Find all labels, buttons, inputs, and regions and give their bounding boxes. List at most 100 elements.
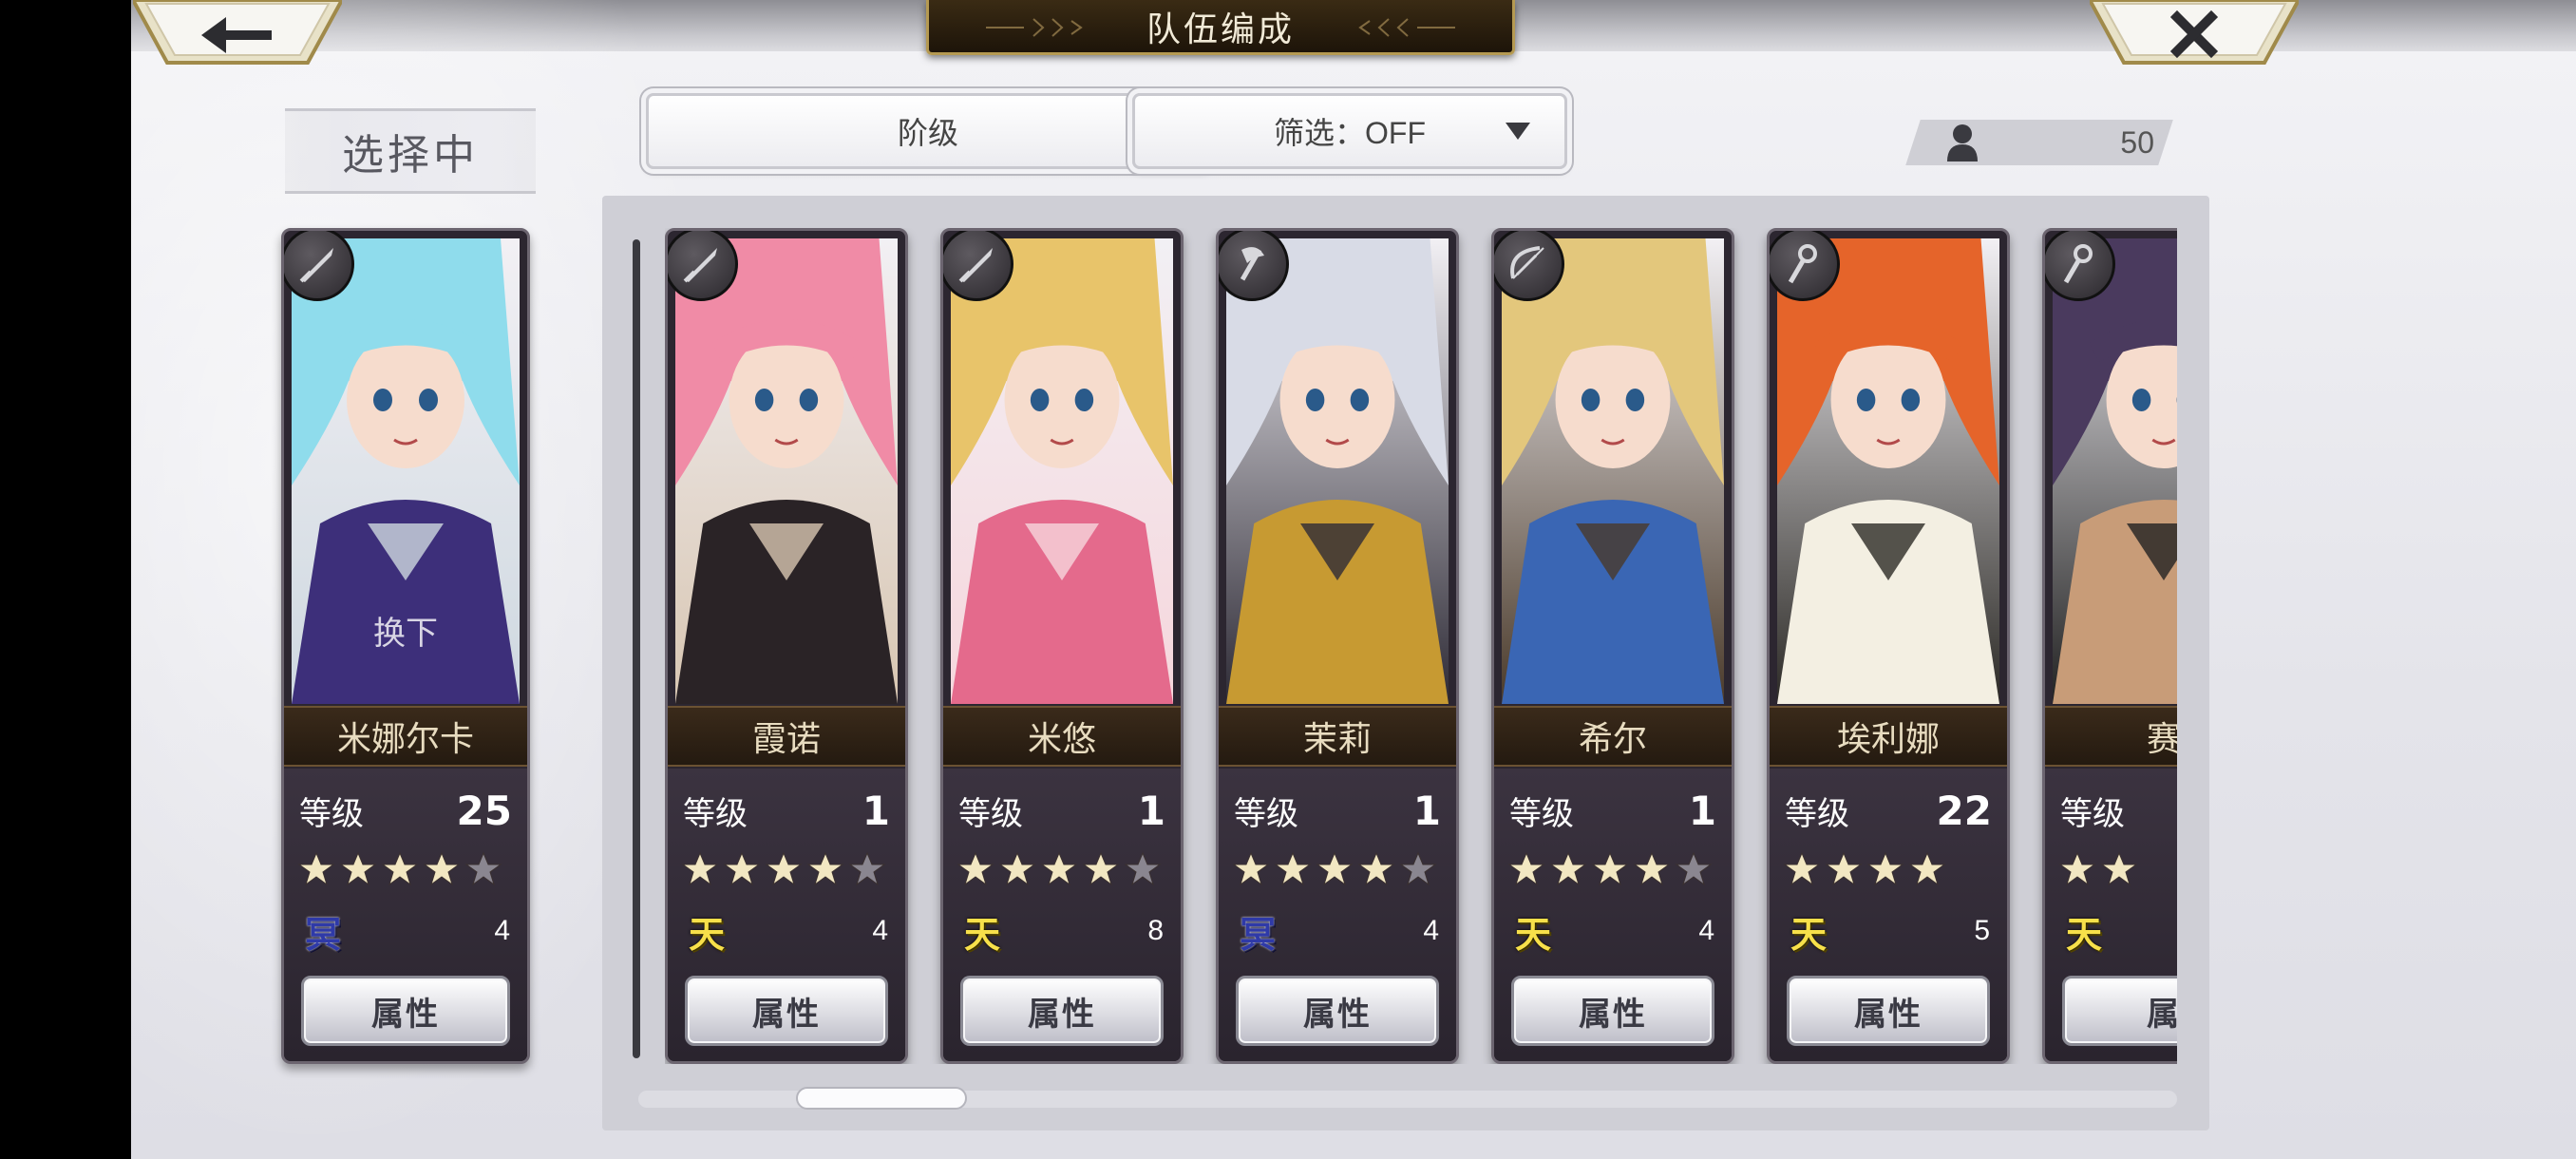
star-filled-icon: [1274, 851, 1312, 886]
element-count: 5: [1974, 915, 1990, 946]
attribute-button[interactable]: 属性: [685, 976, 888, 1046]
level-label: 等级: [2060, 796, 2125, 832]
selected-character-card[interactable]: 换下 米娜尔卡 等级 25 冥 4 属性: [281, 228, 530, 1064]
element-count: 4: [494, 915, 510, 946]
attribute-button[interactable]: 属性: [1236, 976, 1439, 1046]
attribute-button[interactable]: 属性: [1787, 976, 1990, 1046]
attribute-button[interactable]: 属性: [1511, 976, 1714, 1046]
star-filled-icon: [423, 851, 461, 886]
character-name: 霞诺: [668, 706, 905, 767]
star-filled-icon: [1549, 851, 1587, 886]
character-portrait: [675, 238, 898, 704]
character-name: 茉莉: [1219, 706, 1456, 767]
rarity-stars: [957, 850, 1162, 888]
page-title: 队伍编成: [1146, 9, 1295, 48]
sword-weapon-icon: [943, 231, 1013, 301]
close-button[interactable]: [2090, 0, 2299, 68]
character-portrait: [1502, 238, 1724, 704]
scrollbar-thumb[interactable]: [796, 1087, 967, 1110]
level-label: 等级: [1234, 796, 1298, 832]
element-badge: 天: [1514, 912, 1551, 956]
rarity-stars: [2058, 850, 2138, 888]
star-filled-icon: [2100, 851, 2138, 886]
sword-weapon-icon: [284, 231, 354, 301]
character-card[interactable]: 赛 等级 天 属: [2042, 228, 2177, 1064]
star-filled-icon: [957, 851, 994, 886]
character-name: 米悠: [943, 706, 1181, 767]
rarity-stars: [1783, 850, 1946, 888]
star-filled-icon: [1082, 851, 1120, 886]
star-filled-icon: [381, 851, 419, 886]
character-name: 米娜尔卡: [284, 706, 527, 767]
element-count: 8: [1147, 915, 1164, 946]
character-portrait: [1226, 238, 1449, 704]
character-card[interactable]: 茉莉 等级 1 冥 4 属性: [1216, 228, 1459, 1064]
element-badge: 天: [1790, 912, 1827, 956]
character-stats: 等级 25 冥 4 属性: [284, 769, 527, 1061]
level-label: 等级: [1509, 796, 1574, 832]
character-portrait: [2053, 238, 2177, 704]
character-stats: 等级 1 天 4 属性: [668, 769, 905, 1061]
star-empty-icon: [848, 851, 886, 886]
character-stats: 等级 1 天 8 属性: [943, 769, 1181, 1061]
sword-weapon-icon: [668, 231, 738, 301]
level-label: 等级: [683, 796, 748, 832]
star-empty-icon: [1399, 851, 1437, 886]
star-filled-icon: [1825, 851, 1863, 886]
element-badge: 天: [688, 912, 725, 956]
star-filled-icon: [1783, 851, 1821, 886]
selected-label: 选择中: [285, 108, 536, 194]
level-value: 22: [1936, 788, 1992, 834]
star-filled-icon: [1507, 851, 1545, 886]
star-empty-icon: [1124, 851, 1162, 886]
character-name: 希尔: [1494, 706, 1732, 767]
star-filled-icon: [681, 851, 719, 886]
star-filled-icon: [998, 851, 1036, 886]
character-card[interactable]: 埃利娜 等级 22 天 5 属性: [1767, 228, 2010, 1064]
rarity-stars: [1232, 850, 1437, 888]
ornament-icon: [986, 18, 1083, 37]
swap-label: 换下: [373, 616, 438, 652]
sort-dropdown-value: 阶级: [897, 116, 958, 150]
star-filled-icon: [723, 851, 761, 886]
element-count: 4: [1423, 915, 1439, 946]
star-filled-icon: [339, 851, 377, 886]
attribute-button[interactable]: 属: [2062, 976, 2177, 1046]
level-value: 25: [456, 788, 512, 834]
attribute-button[interactable]: 属性: [301, 976, 510, 1046]
axe-weapon-icon: [1219, 231, 1289, 301]
star-filled-icon: [806, 851, 844, 886]
character-portrait: [951, 238, 1173, 704]
staff-weapon-icon: [1770, 231, 1840, 301]
star-filled-icon: [1316, 851, 1354, 886]
star-filled-icon: [765, 851, 803, 886]
star-filled-icon: [1040, 851, 1078, 886]
ornament-icon: [1358, 18, 1455, 37]
star-filled-icon: [2058, 851, 2096, 886]
element-badge: 天: [2065, 912, 2102, 956]
rarity-stars: [297, 850, 502, 888]
element-count: 4: [1698, 915, 1714, 946]
character-card[interactable]: 米悠 等级 1 天 8 属性: [940, 228, 1184, 1064]
element-count: 4: [872, 915, 888, 946]
element-badge: 天: [963, 912, 1000, 956]
character-card[interactable]: 霞诺 等级 1 天 4 属性: [665, 228, 908, 1064]
filter-dropdown[interactable]: 筛选：OFF: [1132, 93, 1567, 169]
character-portrait: [1777, 238, 1999, 704]
star-filled-icon: [297, 851, 335, 886]
filter-dropdown-value: 筛选：OFF: [1274, 116, 1426, 150]
character-name: 埃利娜: [1770, 706, 2007, 767]
caret-down-icon: [1506, 123, 1530, 140]
bow-weapon-icon: [1494, 231, 1564, 301]
character-count: 50: [1926, 120, 2158, 165]
sort-dropdown[interactable]: 阶级: [646, 93, 1210, 169]
attribute-button[interactable]: 属性: [960, 976, 1164, 1046]
star-empty-icon: [1675, 851, 1713, 886]
character-stats: 等级 22 天 5 属性: [1770, 769, 2007, 1061]
character-list[interactable]: 霞诺 等级 1 天 4 属性 米悠 等级 1 天 8 属性 茉莉 等级 1 冥 …: [665, 228, 2177, 1064]
rarity-stars: [681, 850, 886, 888]
character-card[interactable]: 希尔 等级 1 天 4 属性: [1491, 228, 1734, 1064]
back-button[interactable]: [133, 0, 342, 68]
element-badge: 冥: [1239, 912, 1276, 956]
staff-weapon-icon: [2045, 231, 2115, 301]
